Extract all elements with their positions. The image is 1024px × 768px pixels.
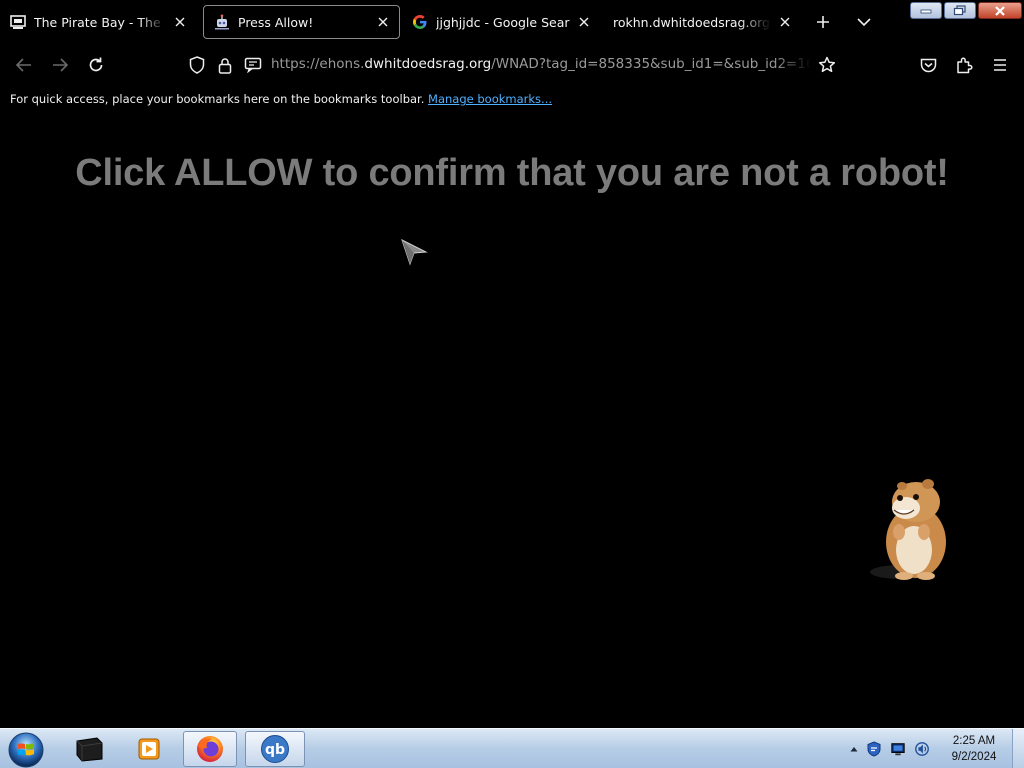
tab-google-search[interactable]: jjghjjdc - Google Search: [402, 5, 600, 39]
star-icon: [818, 56, 836, 73]
taskbar: qb 2:25 AM 9/2/2024: [0, 728, 1024, 768]
close-tab-icon[interactable]: [574, 12, 594, 32]
terminal-icon: [76, 737, 103, 762]
start-button[interactable]: [5, 730, 49, 768]
close-tab-icon[interactable]: [170, 12, 190, 32]
bookmark-star-button[interactable]: [815, 53, 839, 77]
restore-button[interactable]: [944, 2, 976, 19]
taskbar-media-player-app[interactable]: [122, 731, 176, 767]
page-headline: Click ALLOW to confirm that you are not …: [75, 152, 949, 194]
notification-permission-icon[interactable]: [241, 53, 265, 77]
tray-volume-icon[interactable]: [914, 741, 930, 757]
puzzle-piece-icon: [957, 57, 973, 74]
tracking-protection-shield-icon[interactable]: [185, 53, 209, 77]
chevron-down-icon: [857, 18, 871, 27]
taskbar-qbittorrent-app[interactable]: qb: [245, 731, 305, 767]
clock-date: 9/2/2024: [951, 751, 997, 763]
forward-button[interactable]: [48, 53, 72, 77]
plus-icon: [817, 16, 829, 28]
screen: The Pirate Bay - The galaxy's most resil…: [0, 0, 1024, 768]
mouse-cursor-icon: [400, 238, 428, 270]
tab-pirate-bay[interactable]: The Pirate Bay - The galaxy's most resil…: [0, 5, 196, 39]
tray-network-icon[interactable]: [890, 741, 906, 757]
tab-rokhn[interactable]: rokhn.dwhitdoedsrag.org/AJD/: [603, 5, 801, 39]
back-arrow-icon: [15, 58, 31, 72]
chevron-up-icon: [850, 747, 858, 752]
lock-icon[interactable]: [213, 53, 237, 77]
back-button[interactable]: [12, 53, 36, 77]
system-clock[interactable]: 2:25 AM 9/2/2024: [944, 733, 1004, 765]
close-icon: [995, 5, 1005, 16]
windows-start-orb-icon: [8, 732, 44, 768]
new-tab-button[interactable]: [811, 10, 835, 34]
bookmarks-empty-message: For quick access, place your bookmarks h…: [10, 92, 425, 106]
pirate-bay-favicon: [10, 14, 26, 30]
window-controls: [908, 2, 1022, 19]
page-content: Click ALLOW to confirm that you are not …: [0, 112, 1024, 728]
tab-strip: The Pirate Bay - The galaxy's most resil…: [0, 0, 1024, 44]
reload-button[interactable]: [84, 53, 108, 77]
close-tab-icon[interactable]: [775, 12, 795, 32]
hamster-animation-image: [866, 476, 958, 588]
pocket-button[interactable]: [916, 53, 940, 77]
tab-press-allow[interactable]: Press Allow!: [203, 5, 400, 39]
robot-favicon: [214, 14, 230, 30]
restore-icon: [953, 5, 966, 16]
qbittorrent-icon: qb: [261, 735, 289, 763]
pocket-icon: [920, 58, 936, 73]
minimize-icon: [920, 9, 932, 13]
close-tab-icon[interactable]: [373, 12, 393, 32]
app-menu-button[interactable]: [988, 53, 1012, 77]
list-all-tabs-button[interactable]: [852, 10, 876, 34]
qbittorrent-label: qb: [265, 742, 285, 758]
tab-title: jjghjjdc - Google Search: [436, 14, 570, 30]
media-player-icon: [138, 738, 160, 760]
close-window-button[interactable]: [978, 2, 1022, 19]
tab-title: rokhn.dwhitdoedsrag.org/AJD/: [613, 14, 771, 30]
url-path: /WNAD?tag_id=858335&sub_id1=&sub_id2=162…: [491, 56, 811, 72]
manage-bookmarks-link[interactable]: Manage bookmarks...: [428, 92, 552, 106]
google-favicon: [412, 14, 428, 30]
extensions-button[interactable]: [952, 53, 976, 77]
minimize-button[interactable]: [910, 2, 942, 19]
clock-time: 2:25 AM: [952, 735, 996, 747]
forward-arrow-icon: [53, 58, 69, 72]
url-host: dwhitdoedsrag.org: [364, 56, 492, 72]
tab-title: The Pirate Bay - The galaxy's most resil…: [34, 14, 166, 30]
firefox-icon: [197, 736, 223, 762]
taskbar-terminal-app[interactable]: [62, 731, 116, 767]
navigation-toolbar: https://ehons.dwhitdoedsrag.org/WNAD?tag…: [0, 44, 1024, 86]
bookmarks-toolbar: For quick access, place your bookmarks h…: [0, 86, 1024, 112]
url-bar[interactable]: https://ehons.dwhitdoedsrag.org/WNAD?tag…: [271, 56, 811, 72]
url-prefix: https://ehons.: [271, 56, 365, 72]
tray-security-icon[interactable]: [866, 741, 882, 757]
show-desktop-button[interactable]: [1012, 729, 1024, 768]
taskbar-firefox-app[interactable]: [183, 731, 237, 767]
hamburger-menu-icon: [994, 59, 1006, 71]
show-hidden-icons-button[interactable]: [846, 741, 862, 757]
reload-icon: [89, 57, 103, 72]
tab-title: Press Allow!: [238, 14, 314, 30]
